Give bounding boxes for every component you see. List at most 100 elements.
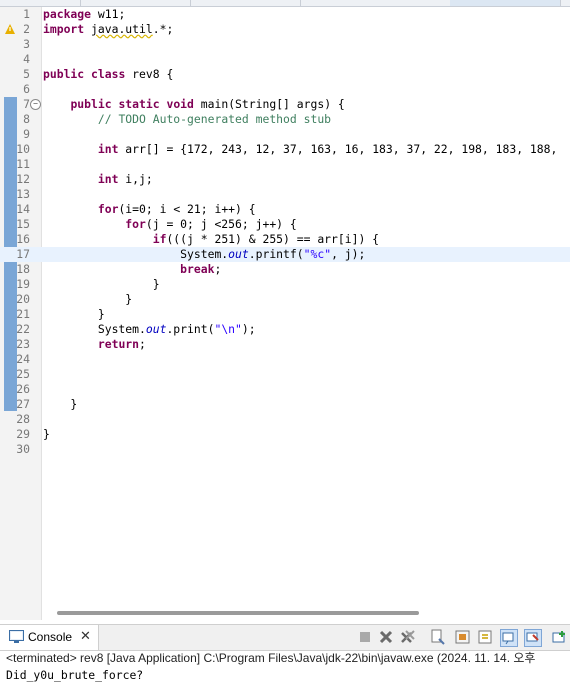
code-line[interactable]: 16 if(((j * 251) & 255) == arr[i]) { (0, 232, 570, 247)
token: .print( (166, 322, 215, 336)
line-number: 15 (16, 217, 30, 231)
code-line[interactable]: 26 (0, 382, 570, 397)
line-number: 4 (23, 52, 30, 66)
code-text: if(((j * 251) & 255) == arr[i]) { (43, 232, 379, 247)
editor-tab[interactable] (80, 0, 191, 6)
code-line[interactable]: 24 (0, 352, 570, 367)
line-number: 7 (23, 97, 30, 111)
code-line[interactable]: 6 (0, 82, 570, 97)
line-number: 17 (16, 247, 30, 261)
code-text: } (43, 277, 160, 292)
editor-tab-active[interactable] (450, 0, 561, 6)
line-number: 3 (23, 37, 30, 51)
fold-toggle-icon[interactable]: − (30, 99, 41, 110)
code-line[interactable]: 21 } (0, 307, 570, 322)
editor-tab[interactable] (0, 0, 81, 6)
token-kw: public (70, 97, 112, 111)
code-line[interactable]: 28 (0, 412, 570, 427)
token-kw: class (91, 67, 126, 81)
token: } (43, 277, 160, 291)
code-line[interactable]: 30 (0, 442, 570, 457)
token-str: "\n" (214, 322, 242, 336)
code-line[interactable]: 12 int i,j; (0, 172, 570, 187)
code-line[interactable]: 1 package w11; (0, 7, 570, 22)
editor-tab[interactable] (190, 0, 301, 6)
token-kw: static (118, 97, 160, 111)
code-line[interactable]: 25 (0, 367, 570, 382)
word-wrap-icon[interactable] (478, 629, 494, 645)
code-line[interactable]: 29} (0, 427, 570, 442)
token-kw: int (97, 172, 119, 186)
token: rev8 { (125, 67, 174, 81)
display-console-icon[interactable] (524, 629, 542, 647)
code-line[interactable]: 18 break; (0, 262, 570, 277)
code-line[interactable]: 10 int arr[] = {172, 243, 12, 37, 163, 1… (0, 142, 570, 157)
token-kw: for (97, 202, 119, 216)
code-text: // TODO Auto-generated method stub (43, 112, 331, 127)
code-line[interactable]: 27 } (0, 397, 570, 412)
terminate-icon[interactable] (357, 629, 373, 645)
remove-all-icon[interactable] (400, 629, 416, 645)
line-number: 19 (16, 277, 30, 291)
code-line[interactable]: 19 } (0, 277, 570, 292)
remove-launch-icon[interactable] (378, 629, 394, 645)
line-number: 9 (23, 127, 30, 141)
code-line[interactable]: 17 System.out.printf("%c", j); (0, 247, 570, 262)
token-fld: out (228, 247, 249, 261)
warning-icon[interactable] (5, 24, 15, 34)
line-number: 10 (16, 142, 30, 156)
token: (((j * 251) & 255) == arr[i]) { (166, 232, 380, 246)
console-status: <terminated> rev8 [Java Application] C:\… (6, 651, 536, 665)
code-text: int arr[] = {172, 243, 12, 37, 163, 16, … (43, 142, 557, 157)
token: } (43, 307, 105, 321)
token-kw: void (166, 97, 194, 111)
token-fld: out (145, 322, 167, 336)
token-str: "%c" (303, 247, 332, 261)
code-editor[interactable]: 1 package w11; 2 import java.util.*; 3 4 5 publ… (0, 7, 570, 620)
code-text: } (43, 427, 50, 442)
code-line[interactable]: 8 // TODO Auto-generated method stub (0, 112, 570, 127)
token: , j); (331, 247, 366, 261)
token: ); (241, 322, 256, 336)
code-text: } (43, 307, 105, 322)
code-line[interactable]: 5 public class rev8 { (0, 67, 570, 82)
line-number: 30 (16, 442, 30, 456)
token: } (43, 427, 50, 441)
code-line[interactable]: 15 for(j = 0; j <256; j++) { (0, 217, 570, 232)
token: (j = 0; j <256; j++) { (145, 217, 297, 231)
token-kw: import (43, 22, 85, 36)
line-number: 14 (16, 202, 30, 216)
code-text: int i,j; (43, 172, 153, 187)
token: arr[] = {172, 243, 12, 37, 163, 16, 183,… (118, 142, 558, 156)
console-tab[interactable]: Console ✕ (0, 625, 99, 650)
token: main(String[] args) { (193, 97, 345, 111)
token-cm: // TODO Auto-generated method stub (97, 112, 332, 126)
line-number: 24 (16, 352, 30, 366)
code-line[interactable]: 4 (0, 52, 570, 67)
code-line[interactable]: 23 return; (0, 337, 570, 352)
scroll-lock-icon[interactable] (455, 629, 471, 645)
pin-console-icon[interactable] (500, 629, 518, 647)
code-line[interactable]: 3 (0, 37, 570, 52)
clear-console-icon[interactable] (430, 629, 446, 645)
code-line[interactable]: 14 for(i=0; i < 21; i++) { (0, 202, 570, 217)
line-number: 23 (16, 337, 30, 351)
horizontal-scrollbar[interactable] (41, 607, 570, 620)
scrollbar-thumb[interactable] (57, 611, 419, 615)
code-line[interactable]: 9 (0, 127, 570, 142)
line-number: 22 (16, 322, 30, 336)
code-line[interactable]: 2 import java.util.*; (0, 22, 570, 37)
code-line[interactable]: 11 (0, 157, 570, 172)
code-line[interactable]: 7− public static void main(String[] args… (0, 97, 570, 112)
code-line[interactable]: 22 System.out.print("\n"); (0, 322, 570, 337)
editor-tab[interactable] (300, 0, 451, 6)
new-console-icon[interactable] (552, 629, 568, 645)
close-icon[interactable]: ✕ (80, 628, 91, 644)
code-line[interactable]: 20 } (0, 292, 570, 307)
code-line[interactable]: 13 (0, 187, 570, 202)
